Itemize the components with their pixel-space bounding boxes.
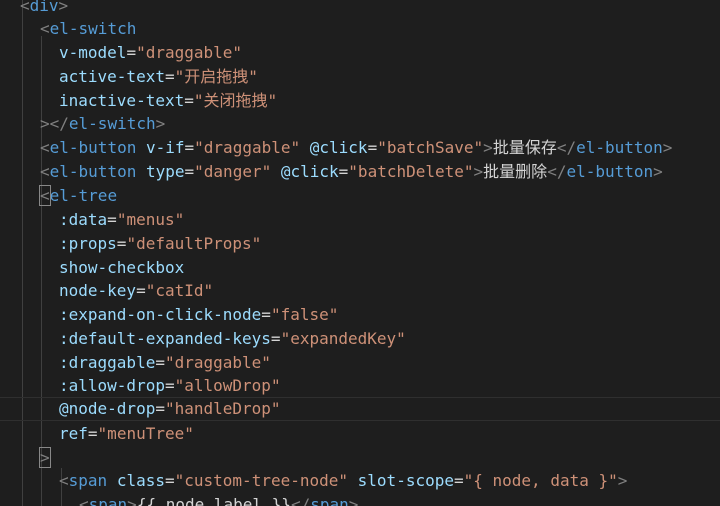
equals-sign: = <box>270 329 281 348</box>
equals-sign: = <box>87 424 98 443</box>
code-line: node-key="catId" <box>59 279 720 303</box>
attribute-name: :default-expanded-keys <box>59 329 271 348</box>
equals-sign: = <box>184 162 195 181</box>
attribute-value: "handleDrop" <box>164 399 281 418</box>
attribute-value: "关闭拖拽" <box>193 91 278 110</box>
code-line: :expand-on-click-node="false" <box>59 303 720 327</box>
equals-sign: = <box>116 234 127 253</box>
attribute-name: @click <box>280 162 339 181</box>
attribute-value: "custom-tree-node" <box>174 471 349 490</box>
attribute-value: "batchDelete" <box>348 162 474 181</box>
attribute-value: "expandedKey" <box>280 329 406 348</box>
code-line: inactive-text="关闭拖拽" <box>59 89 720 113</box>
code-line: <el-switch <box>40 19 137 38</box>
code-line: active-text="开启拖拽" <box>59 65 720 89</box>
matched-bracket: < <box>39 185 51 206</box>
attribute-value: "draggable" <box>136 43 243 62</box>
tag-name: span <box>68 471 108 490</box>
attribute-value: "{ node, data }" <box>463 471 618 490</box>
attribute-value: "draggable" <box>164 353 271 372</box>
code-line: <el-tree <box>39 184 720 208</box>
punctuation: > <box>40 114 50 133</box>
code-line: ></el-switch> <box>40 112 720 136</box>
text-content: 批量删除 <box>483 162 548 181</box>
code-line: :draggable="draggable" <box>59 351 720 375</box>
tag-name: el-switch <box>68 114 156 133</box>
tag-name: span <box>88 495 128 506</box>
attribute-name: type <box>145 162 185 181</box>
equals-sign: = <box>164 376 175 395</box>
equals-sign: = <box>107 210 117 229</box>
equals-sign: = <box>126 43 137 62</box>
tag-name: el-switch <box>49 19 137 38</box>
attribute-name: class <box>116 471 165 490</box>
equals-sign: = <box>184 138 195 157</box>
indent-guide <box>22 0 23 506</box>
attribute-name: show-checkbox <box>59 258 185 277</box>
attribute-value: "menus" <box>116 210 185 229</box>
attribute-name: v-model <box>59 43 127 62</box>
attribute-name: :data <box>59 210 108 229</box>
tag-name: el-button <box>49 162 137 181</box>
matched-bracket: > <box>39 447 51 468</box>
text-content: 批量保存 <box>492 138 557 157</box>
equals-sign: = <box>261 305 271 324</box>
attribute-value: "defaultProps" <box>126 234 262 253</box>
punctuation: </ <box>49 114 69 133</box>
equals-sign: = <box>136 281 146 300</box>
attribute-name: v-if <box>145 138 185 157</box>
tag-name: span <box>310 495 349 506</box>
attribute-name: :draggable <box>59 353 156 372</box>
text-content: {{ node.label }} <box>136 495 291 506</box>
punctuation: > <box>155 114 166 133</box>
code-line: <el-button type="danger" @click="batchDe… <box>40 162 663 181</box>
code-editor[interactable]: <div> <el-switch v-model="draggable" act… <box>0 0 720 506</box>
tag-name: el-tree <box>49 186 118 205</box>
equals-sign: = <box>184 91 194 110</box>
code-line: :data="menus" <box>59 208 720 232</box>
attribute-name: @node-drop <box>59 399 156 418</box>
code-line: > <box>39 446 720 470</box>
attribute-name: :allow-drop <box>59 376 165 395</box>
code-line: <div> <box>20 0 720 18</box>
attribute-name: node-key <box>59 281 137 300</box>
attribute-name: active-text <box>59 67 165 86</box>
code-line: show-checkbox <box>59 256 720 280</box>
code-line: :default-expanded-keys="expandedKey" <box>59 327 720 351</box>
equals-sign: = <box>155 399 165 418</box>
tag-name: div <box>29 0 59 15</box>
attribute-value: "开启拖拽" <box>174 67 258 86</box>
attribute-name: :props <box>59 234 117 253</box>
tag-name: el-button <box>49 138 137 157</box>
code-line: v-model="draggable" <box>59 41 720 65</box>
attribute-value: "danger" <box>194 162 272 181</box>
attribute-value: "batchSave" <box>377 138 484 157</box>
indent-guide <box>41 36 42 506</box>
code-line: <el-button v-if="draggable" @click="batc… <box>40 138 673 157</box>
attribute-value: "draggable" <box>194 138 301 157</box>
code-line-current: @node-drop="handleDrop" <box>0 397 720 421</box>
code-line: ref="menuTree" <box>59 422 720 446</box>
code-line: :allow-drop="allowDrop" <box>59 374 720 398</box>
equals-sign: = <box>367 138 378 157</box>
code-line: <span>{{ node.label }}</span> <box>79 493 720 506</box>
attribute-value: "false" <box>270 305 339 324</box>
attribute-name: ref <box>59 424 88 443</box>
attribute-name: inactive-text <box>59 91 185 110</box>
equals-sign: = <box>155 353 165 372</box>
attribute-name: @click <box>309 138 368 157</box>
attribute-name: slot-scope <box>357 471 454 490</box>
attribute-value: "menuTree" <box>97 424 194 443</box>
equals-sign: = <box>164 471 175 490</box>
code-line: :props="defaultProps" <box>59 232 720 256</box>
tag-name: el-button <box>566 162 654 181</box>
equals-sign: = <box>338 162 349 181</box>
tag-name: el-button <box>576 138 663 157</box>
attribute-value: "allowDrop" <box>174 376 281 395</box>
attribute-name: :expand-on-click-node <box>59 305 262 324</box>
equals-sign: = <box>453 471 464 490</box>
attribute-value: "catId" <box>145 281 214 300</box>
equals-sign: = <box>164 67 175 86</box>
code-line: <span class="custom-tree-node" slot-scop… <box>59 471 628 490</box>
